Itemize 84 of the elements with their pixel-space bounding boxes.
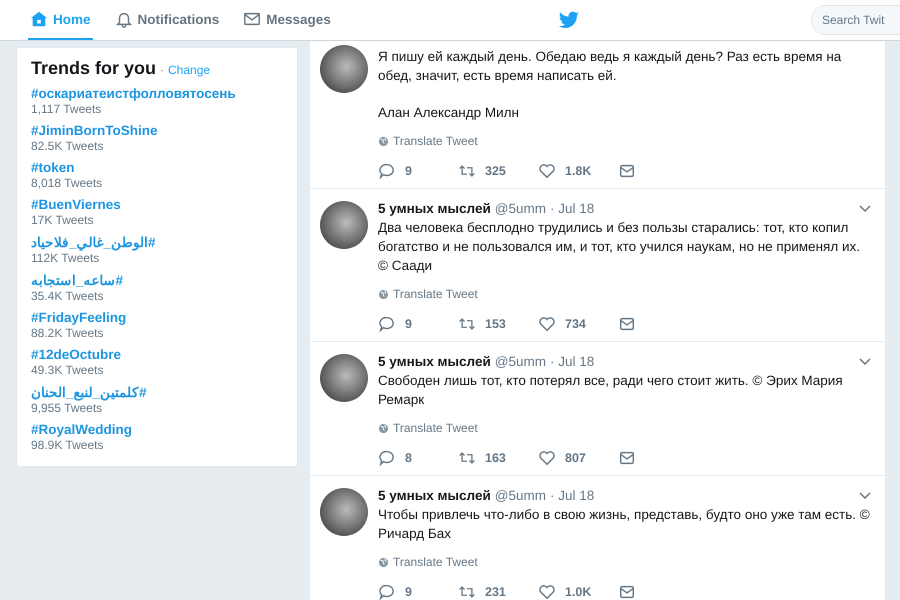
trend-hashtag[interactable]: #BuenViernes	[31, 197, 121, 212]
author-handle: @5umm	[494, 488, 546, 503]
trend-hashtag[interactable]: #ساعه_استجابه	[31, 272, 124, 288]
caret-icon[interactable]	[859, 358, 871, 366]
translate-link[interactable]: Translate Tweet	[378, 555, 478, 569]
like-button[interactable]: 734	[538, 315, 618, 333]
author-name[interactable]: 5 умных мыслей	[378, 354, 491, 369]
bird-logo-icon[interactable]	[558, 10, 580, 30]
heart-icon	[538, 449, 556, 467]
like-button[interactable]: 1.8K	[538, 162, 618, 180]
tweet-count: 9,955 Tweets	[31, 401, 104, 415]
separator-dot: ·	[160, 63, 164, 77]
avatar-placeholder[interactable]	[320, 354, 368, 402]
reply-button[interactable]: 9	[378, 162, 458, 180]
envelope-icon[interactable]	[618, 162, 636, 180]
retweet-button[interactable]: 163	[458, 449, 538, 467]
reply-button[interactable]: 8	[378, 449, 458, 467]
envelope-icon	[243, 10, 262, 28]
tweet-count: 35.4K Tweets	[31, 289, 104, 303]
search-field[interactable]: Search Twit	[811, 5, 900, 35]
heart-icon	[538, 315, 556, 333]
trend-hashtag[interactable]: #token	[31, 160, 75, 175]
like-button[interactable]: 807	[538, 449, 618, 467]
tweet-text: Два человека бесплодно трудились и без пользы старались: тот, кто копил богатство и не пользовался им, и тот, кто учился наукам, но не применял их. © Саади	[378, 219, 861, 275]
author-name[interactable]: 5 умных мыслей	[378, 201, 491, 216]
translate-link[interactable]: Translate Tweet	[378, 287, 478, 301]
trend-hashtag[interactable]: #FridayFeeling	[31, 310, 126, 325]
like-button[interactable]: 1.0K	[538, 583, 618, 600]
speech-bubble-icon	[378, 583, 396, 600]
author-handle: @5umm	[494, 201, 546, 216]
translate-link[interactable]: Translate Tweet	[378, 134, 478, 148]
tweet-count: 112K Tweets	[31, 251, 100, 265]
tweet-count: 98.9K Tweets	[31, 438, 104, 452]
trend-hashtag[interactable]: #RoyalWedding	[31, 422, 132, 437]
nav-tab[interactable]: Home	[28, 0, 93, 40]
tweet-count: 17K Tweets	[31, 213, 94, 227]
globe-icon	[378, 556, 389, 568]
globe-icon	[378, 136, 389, 146]
globe-icon	[378, 288, 389, 300]
envelope-icon[interactable]	[618, 449, 636, 467]
nav-tab[interactable]: Messages	[241, 0, 333, 40]
caret-icon[interactable]	[859, 205, 871, 213]
author-name[interactable]: 5 умных мыслей	[378, 488, 491, 503]
trend-hashtag[interactable]: #كلمتين_لنبع_الحنان	[31, 384, 147, 400]
avatar-placeholder[interactable]	[320, 45, 368, 93]
trend-hashtag[interactable]: #оскариатеистфолловятосень	[31, 86, 236, 101]
envelope-icon[interactable]	[618, 583, 636, 600]
tweet-count: 8,018 Tweets	[31, 176, 104, 190]
speech-bubble-icon	[378, 449, 396, 467]
change-link[interactable]: Change	[168, 63, 210, 77]
tweet-count: 49.3K Tweets	[31, 363, 104, 377]
retweet-button[interactable]: 325	[458, 162, 538, 180]
tweet-text: Я пишу ей каждый день. Обедаю ведь я каждый день? Раз есть время на обед, значит, есть время написать ей.	[378, 48, 842, 85]
translate-link[interactable]: Translate Tweet	[378, 421, 478, 435]
tweet-text: Чтобы привлечь что-либо в свою жизнь, представь, будто оно уже там есть. © Ричард Бах	[378, 506, 871, 543]
speech-bubble-icon	[378, 315, 396, 333]
retweet-button[interactable]: 153	[458, 315, 538, 333]
tweet-text: Свободен лишь тот, кто потерял все, ради чего стоит жить. © Эрих Мария Ремарк	[378, 372, 844, 409]
nav-tab[interactable]: Notifications	[112, 0, 222, 40]
caret-icon[interactable]	[859, 492, 871, 500]
globe-icon	[378, 422, 389, 434]
bell-icon	[114, 10, 133, 28]
reply-button[interactable]: 9	[378, 583, 458, 600]
trend-hashtag[interactable]: #12deOctubre	[31, 347, 122, 362]
avatar-placeholder[interactable]	[320, 201, 368, 249]
trends-title: Trends for you	[31, 58, 156, 79]
heart-icon	[538, 583, 556, 600]
tweet-text: Алан Александр Милн	[378, 104, 520, 122]
trend-hashtag[interactable]: #الوطن_غالي_فلاحياد	[31, 234, 156, 250]
author-handle: @5umm	[494, 354, 546, 369]
tweet-date[interactable]: · Jul 18	[550, 354, 594, 369]
home-icon	[30, 10, 48, 28]
heart-icon	[538, 162, 556, 180]
reply-button[interactable]: 9	[378, 315, 458, 333]
trend-hashtag[interactable]: #JiminBornToShine	[31, 123, 158, 138]
envelope-icon[interactable]	[618, 315, 636, 333]
tweet-date[interactable]: · Jul 18	[550, 488, 594, 503]
tweet-count: 1,117 Tweets	[31, 102, 102, 116]
tweet-count: 82.5K Tweets	[31, 139, 104, 153]
avatar-placeholder[interactable]	[320, 488, 368, 536]
retweet-button[interactable]: 231	[458, 583, 538, 600]
speech-bubble-icon	[378, 162, 396, 180]
tweet-count: 88.2K Tweets	[31, 326, 104, 340]
tweet-date[interactable]: · Jul 18	[550, 201, 594, 216]
